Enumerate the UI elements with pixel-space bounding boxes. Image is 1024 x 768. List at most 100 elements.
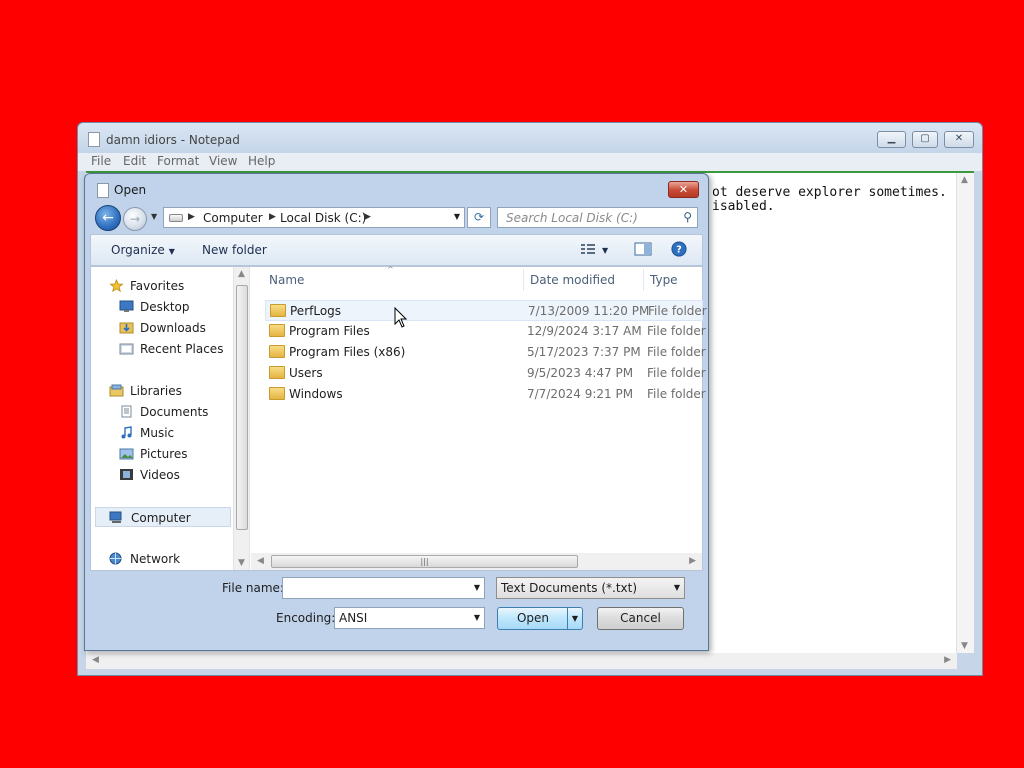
- column-separator[interactable]: [523, 269, 524, 291]
- notepad-menubar: File Edit Format View Help: [78, 153, 982, 171]
- encoding-label: Encoding:: [276, 611, 336, 625]
- nav-computer[interactable]: Computer: [95, 507, 231, 527]
- file-type: File folder: [647, 345, 706, 359]
- nav-libraries-label: Libraries: [130, 384, 182, 398]
- address-dropdown-icon[interactable]: ▼: [454, 212, 460, 221]
- nav-favorites[interactable]: Favorites: [91, 276, 233, 296]
- search-icon[interactable]: ⚲: [683, 210, 692, 224]
- menu-help[interactable]: Help: [248, 154, 275, 168]
- breadcrumb-separator-icon[interactable]: ▶: [269, 212, 276, 222]
- organize-button[interactable]: Organize ▼: [111, 243, 175, 257]
- recent-pages-dropdown-icon[interactable]: ▼: [151, 212, 157, 221]
- column-type[interactable]: Type: [650, 267, 678, 295]
- maximize-button[interactable]: ▢: [912, 131, 938, 148]
- back-button[interactable]: ←: [95, 205, 121, 231]
- recent-places-icon: [119, 343, 134, 355]
- menu-view[interactable]: View: [209, 154, 237, 168]
- refresh-button[interactable]: ⟳: [467, 207, 491, 228]
- open-button[interactable]: Open ▼: [497, 607, 583, 630]
- file-type-filter[interactable]: Text Documents (*.txt) ▼: [496, 577, 685, 599]
- search-box[interactable]: Search Local Disk (C:) ⚲: [497, 207, 698, 228]
- libraries-icon: [109, 384, 124, 397]
- preview-pane-icon[interactable]: [634, 241, 652, 257]
- nav-music-label: Music: [140, 426, 175, 440]
- nav-recent-places[interactable]: Recent Places: [91, 339, 233, 359]
- file-row[interactable]: Windows 7/7/2024 9:21 PM File folder: [265, 384, 706, 405]
- close-button[interactable]: ✕: [944, 131, 974, 148]
- view-options-icon[interactable]: [579, 241, 597, 257]
- notepad-horizontal-scrollbar[interactable]: ◀ ▶: [86, 653, 957, 669]
- file-name-dropdown-icon[interactable]: ▼: [474, 578, 480, 598]
- network-icon: [109, 552, 122, 565]
- file-row[interactable]: Program Files (x86) 5/17/2023 7:37 PM Fi…: [265, 342, 706, 363]
- nav-videos[interactable]: Videos: [91, 465, 233, 485]
- dialog-title: Open: [114, 183, 147, 197]
- file-name: Users: [289, 366, 323, 380]
- drive-icon: [169, 214, 183, 222]
- nav-pictures[interactable]: Pictures: [91, 444, 233, 464]
- nav-downloads[interactable]: Downloads: [91, 318, 233, 338]
- cancel-button[interactable]: Cancel: [597, 607, 684, 630]
- menu-format[interactable]: Format: [157, 154, 199, 168]
- scroll-up-icon[interactable]: ▲: [238, 269, 245, 279]
- nav-documents[interactable]: Documents: [91, 402, 233, 422]
- folder-icon: [269, 366, 285, 379]
- view-dropdown-icon[interactable]: ▼: [602, 246, 608, 255]
- forward-arrow-icon: →: [129, 212, 141, 226]
- column-name[interactable]: Name: [269, 267, 304, 295]
- file-list-horizontal-scrollbar[interactable]: ◀ ||| ▶: [251, 553, 702, 570]
- breadcrumb-local-disk[interactable]: Local Disk (C:): [280, 211, 366, 225]
- desktop-icon: [119, 300, 134, 312]
- scroll-up-icon[interactable]: ▲: [961, 175, 968, 185]
- back-arrow-icon: ←: [102, 210, 114, 226]
- nav-favorites-label: Favorites: [130, 279, 185, 293]
- scroll-down-icon[interactable]: ▼: [961, 641, 968, 651]
- forward-button[interactable]: →: [123, 207, 147, 231]
- nav-desktop[interactable]: Desktop: [91, 297, 233, 317]
- minimize-button[interactable]: ▁: [877, 131, 906, 148]
- address-bar[interactable]: ▶ Computer ▶ Local Disk (C:) ▶ ▼: [163, 207, 465, 228]
- file-date: 5/17/2023 7:37 PM: [527, 345, 641, 359]
- file-name-input[interactable]: ▼: [282, 577, 485, 599]
- notepad-titlebar[interactable]: damn idiors - Notepad ▁ ▢ ✕: [78, 123, 982, 153]
- notepad-vertical-scrollbar[interactable]: ▲ ▼: [956, 173, 974, 653]
- column-date-modified[interactable]: Date modified: [530, 267, 615, 295]
- file-row[interactable]: Users 9/5/2023 4:47 PM File folder: [265, 363, 706, 384]
- new-folder-button[interactable]: New folder: [202, 243, 267, 257]
- folder-icon: [269, 387, 285, 400]
- breadcrumb-computer[interactable]: Computer: [203, 211, 263, 225]
- column-separator[interactable]: [643, 269, 644, 291]
- file-type: File folder: [648, 304, 707, 318]
- documents-icon: [121, 405, 132, 418]
- file-row[interactable]: PerfLogs 7/13/2009 11:20 PM File folder: [265, 300, 707, 321]
- open-dialog: Open ✕ ← → ▼ ▶ Computer ▶ Local Disk (C:…: [84, 173, 709, 651]
- file-name: Program Files: [289, 324, 370, 338]
- file-row[interactable]: Program Files 12/9/2024 3:17 AM File fol…: [265, 321, 706, 342]
- refresh-icon: ⟳: [473, 210, 485, 224]
- breadcrumb-separator-icon[interactable]: ▶: [364, 212, 371, 222]
- organize-label: Organize: [111, 243, 165, 257]
- scroll-down-icon[interactable]: ▼: [238, 558, 245, 568]
- menu-edit[interactable]: Edit: [123, 154, 146, 168]
- scroll-right-icon[interactable]: ▶: [689, 556, 696, 566]
- menu-file[interactable]: File: [91, 154, 111, 168]
- scroll-left-icon[interactable]: ◀: [257, 556, 264, 566]
- nav-music[interactable]: Music: [91, 423, 233, 443]
- nav-network[interactable]: Network: [91, 549, 233, 569]
- navigation-scroll-thumb[interactable]: [236, 285, 248, 530]
- horizontal-scroll-thumb[interactable]: |||: [271, 555, 578, 568]
- encoding-select[interactable]: ANSI ▼: [334, 607, 485, 629]
- scroll-right-icon[interactable]: ▶: [944, 655, 951, 665]
- open-options-dropdown-icon[interactable]: ▼: [567, 608, 582, 629]
- dialog-close-button[interactable]: ✕: [668, 181, 699, 198]
- folder-icon: [270, 304, 286, 317]
- dialog-titlebar[interactable]: Open ✕: [85, 174, 708, 204]
- downloads-icon: [119, 322, 134, 334]
- navigation-pane-scrollbar[interactable]: ▲ ▼: [233, 267, 250, 570]
- folder-icon: [269, 324, 285, 337]
- help-icon[interactable]: ?: [670, 241, 688, 257]
- breadcrumb-separator-icon[interactable]: ▶: [188, 212, 195, 222]
- command-bar: Organize ▼ New folder ▼ ?: [90, 234, 703, 266]
- nav-libraries[interactable]: Libraries: [91, 381, 233, 401]
- scroll-left-icon[interactable]: ◀: [92, 655, 99, 665]
